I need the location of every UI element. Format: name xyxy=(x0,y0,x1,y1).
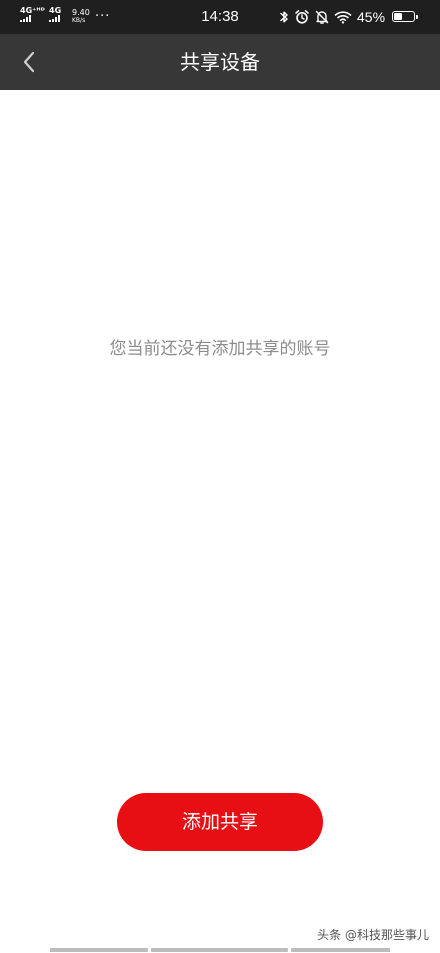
battery-icon xyxy=(392,11,418,22)
status-bar: 4G⁺ᴴᴰ 4G 9.40 KB/s ··· 14:38 45% xyxy=(0,0,440,34)
alarm-icon xyxy=(295,10,309,24)
watermark-text: 头条 @科技那些事儿 xyxy=(317,928,429,942)
bluetooth-icon xyxy=(280,11,288,23)
wifi-icon xyxy=(334,11,352,24)
empty-state-message: 您当前还没有添加共享的账号 xyxy=(109,339,331,359)
battery-fill xyxy=(394,13,402,20)
battery-percent: 45% xyxy=(357,9,386,25)
nav-bar: 共享设备 xyxy=(0,34,440,90)
silent-bell-icon xyxy=(315,10,329,24)
page-title: 共享设备 xyxy=(180,50,260,74)
battery-nub xyxy=(416,14,418,19)
bottom-divider xyxy=(50,948,148,952)
add-share-button[interactable]: 添加共享 xyxy=(117,793,323,851)
bottom-divider xyxy=(291,948,390,952)
bottom-divider xyxy=(151,948,288,952)
